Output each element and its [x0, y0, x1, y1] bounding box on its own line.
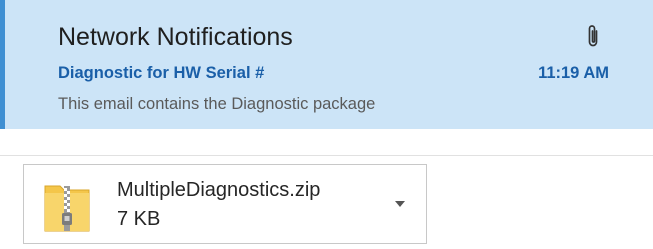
header-divider	[0, 155, 653, 156]
paperclip-icon	[588, 25, 598, 47]
zip-folder-icon	[44, 185, 90, 232]
received-time: 11:19 AM	[538, 64, 609, 82]
attachment-size: 7 KB	[117, 208, 161, 230]
sender-name: Network Notifications	[58, 23, 293, 51]
email-preview: This email contains the Diagnostic packa…	[58, 95, 376, 113]
attachment-filename: MultipleDiagnostics.zip	[117, 179, 321, 201]
attachment-menu-button[interactable]	[388, 192, 412, 216]
email-subject: Diagnostic for HW Serial #	[58, 64, 265, 82]
attachment-card[interactable]: MultipleDiagnostics.zip 7 KB	[23, 164, 427, 244]
chevron-down-icon	[395, 201, 405, 207]
email-list-item[interactable]: Network Notifications Diagnostic for HW …	[0, 0, 653, 129]
